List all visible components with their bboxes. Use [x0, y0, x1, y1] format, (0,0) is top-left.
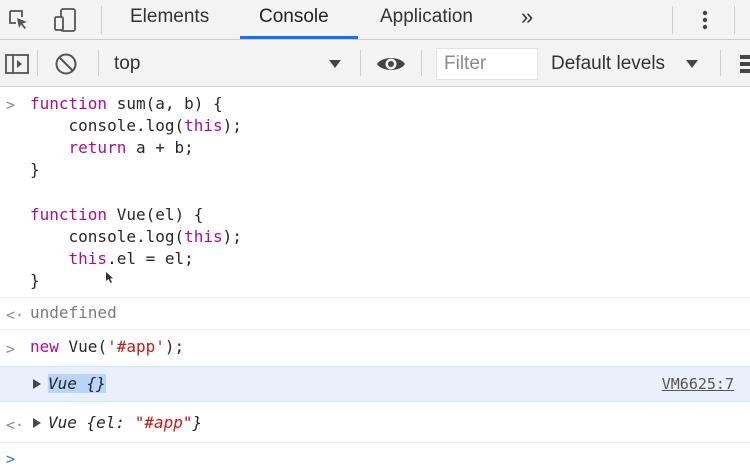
active-tab-indicator	[240, 36, 358, 39]
row-divider	[0, 442, 750, 443]
toolbar-divider	[37, 50, 38, 76]
console-log-row[interactable]	[0, 366, 750, 402]
tab-bar-divider-right	[672, 6, 673, 34]
input-prompt-icon: >	[6, 96, 16, 114]
code-line: console.log(this);	[30, 227, 242, 246]
console-input-prompt-icon[interactable]: >	[6, 450, 15, 468]
device-toolbar-icon[interactable]	[48, 0, 82, 40]
tab-bar-divider	[101, 6, 102, 34]
result-arrow-icon: <·	[6, 416, 25, 434]
mouse-cursor-icon	[106, 271, 114, 289]
code-line: this.el = el;	[68, 249, 194, 268]
inspect-element-icon[interactable]	[4, 0, 34, 40]
code-line: new Vue('#app');	[30, 337, 185, 356]
tab-bar-divider-edge	[734, 6, 735, 34]
result-object-preview[interactable]: Vue {el: "#app"}	[48, 412, 202, 434]
console-toolbar: top Filter Default levels	[0, 40, 750, 87]
sidebar-toggle-icon[interactable]	[2, 40, 32, 87]
dropdown-arrow-icon[interactable]	[328, 40, 342, 87]
more-tabs-button[interactable]: »	[521, 0, 533, 40]
result-arrow-icon: <·	[6, 306, 25, 324]
filter-placeholder: Filter	[444, 53, 487, 74]
expand-triangle-icon[interactable]	[33, 418, 41, 428]
tab-application[interactable]: Application	[380, 0, 473, 40]
console-output: > function sum(a, b) { console.log(this)…	[0, 87, 750, 476]
toolbar-divider-4	[421, 50, 422, 76]
row-divider	[0, 329, 750, 330]
code-line: }	[30, 271, 40, 290]
input-prompt-icon: >	[6, 340, 16, 358]
default-levels-dropdown[interactable]: Default levels	[551, 40, 665, 87]
tab-console[interactable]: Console	[259, 0, 329, 40]
code-line: return a + b;	[68, 138, 194, 157]
eye-icon[interactable]	[376, 40, 406, 87]
code-line: function sum(a, b) {	[30, 94, 223, 113]
kebab-menu-icon[interactable]	[695, 0, 715, 40]
code-line: console.log(this);	[30, 116, 242, 135]
levels-dropdown-arrow-icon[interactable]	[685, 40, 699, 87]
devtools-tab-bar: Elements Console Application »	[0, 0, 750, 40]
expand-triangle-icon[interactable]	[33, 379, 41, 389]
tab-elements[interactable]: Elements	[130, 0, 209, 40]
toolbar-divider-5	[720, 50, 721, 76]
code-line: }	[30, 160, 40, 179]
log-object-preview[interactable]: Vue {}	[48, 373, 106, 395]
code-line: function Vue(el) {	[30, 205, 204, 224]
result-value: undefined	[30, 303, 117, 322]
clear-console-icon[interactable]	[52, 40, 80, 87]
settings-icon[interactable]	[738, 40, 750, 87]
source-link[interactable]: VM6625:7	[662, 373, 734, 395]
toolbar-divider-3	[360, 50, 361, 76]
context-selector[interactable]: top	[114, 40, 140, 87]
toolbar-divider-2	[98, 50, 99, 76]
row-divider	[0, 297, 750, 298]
